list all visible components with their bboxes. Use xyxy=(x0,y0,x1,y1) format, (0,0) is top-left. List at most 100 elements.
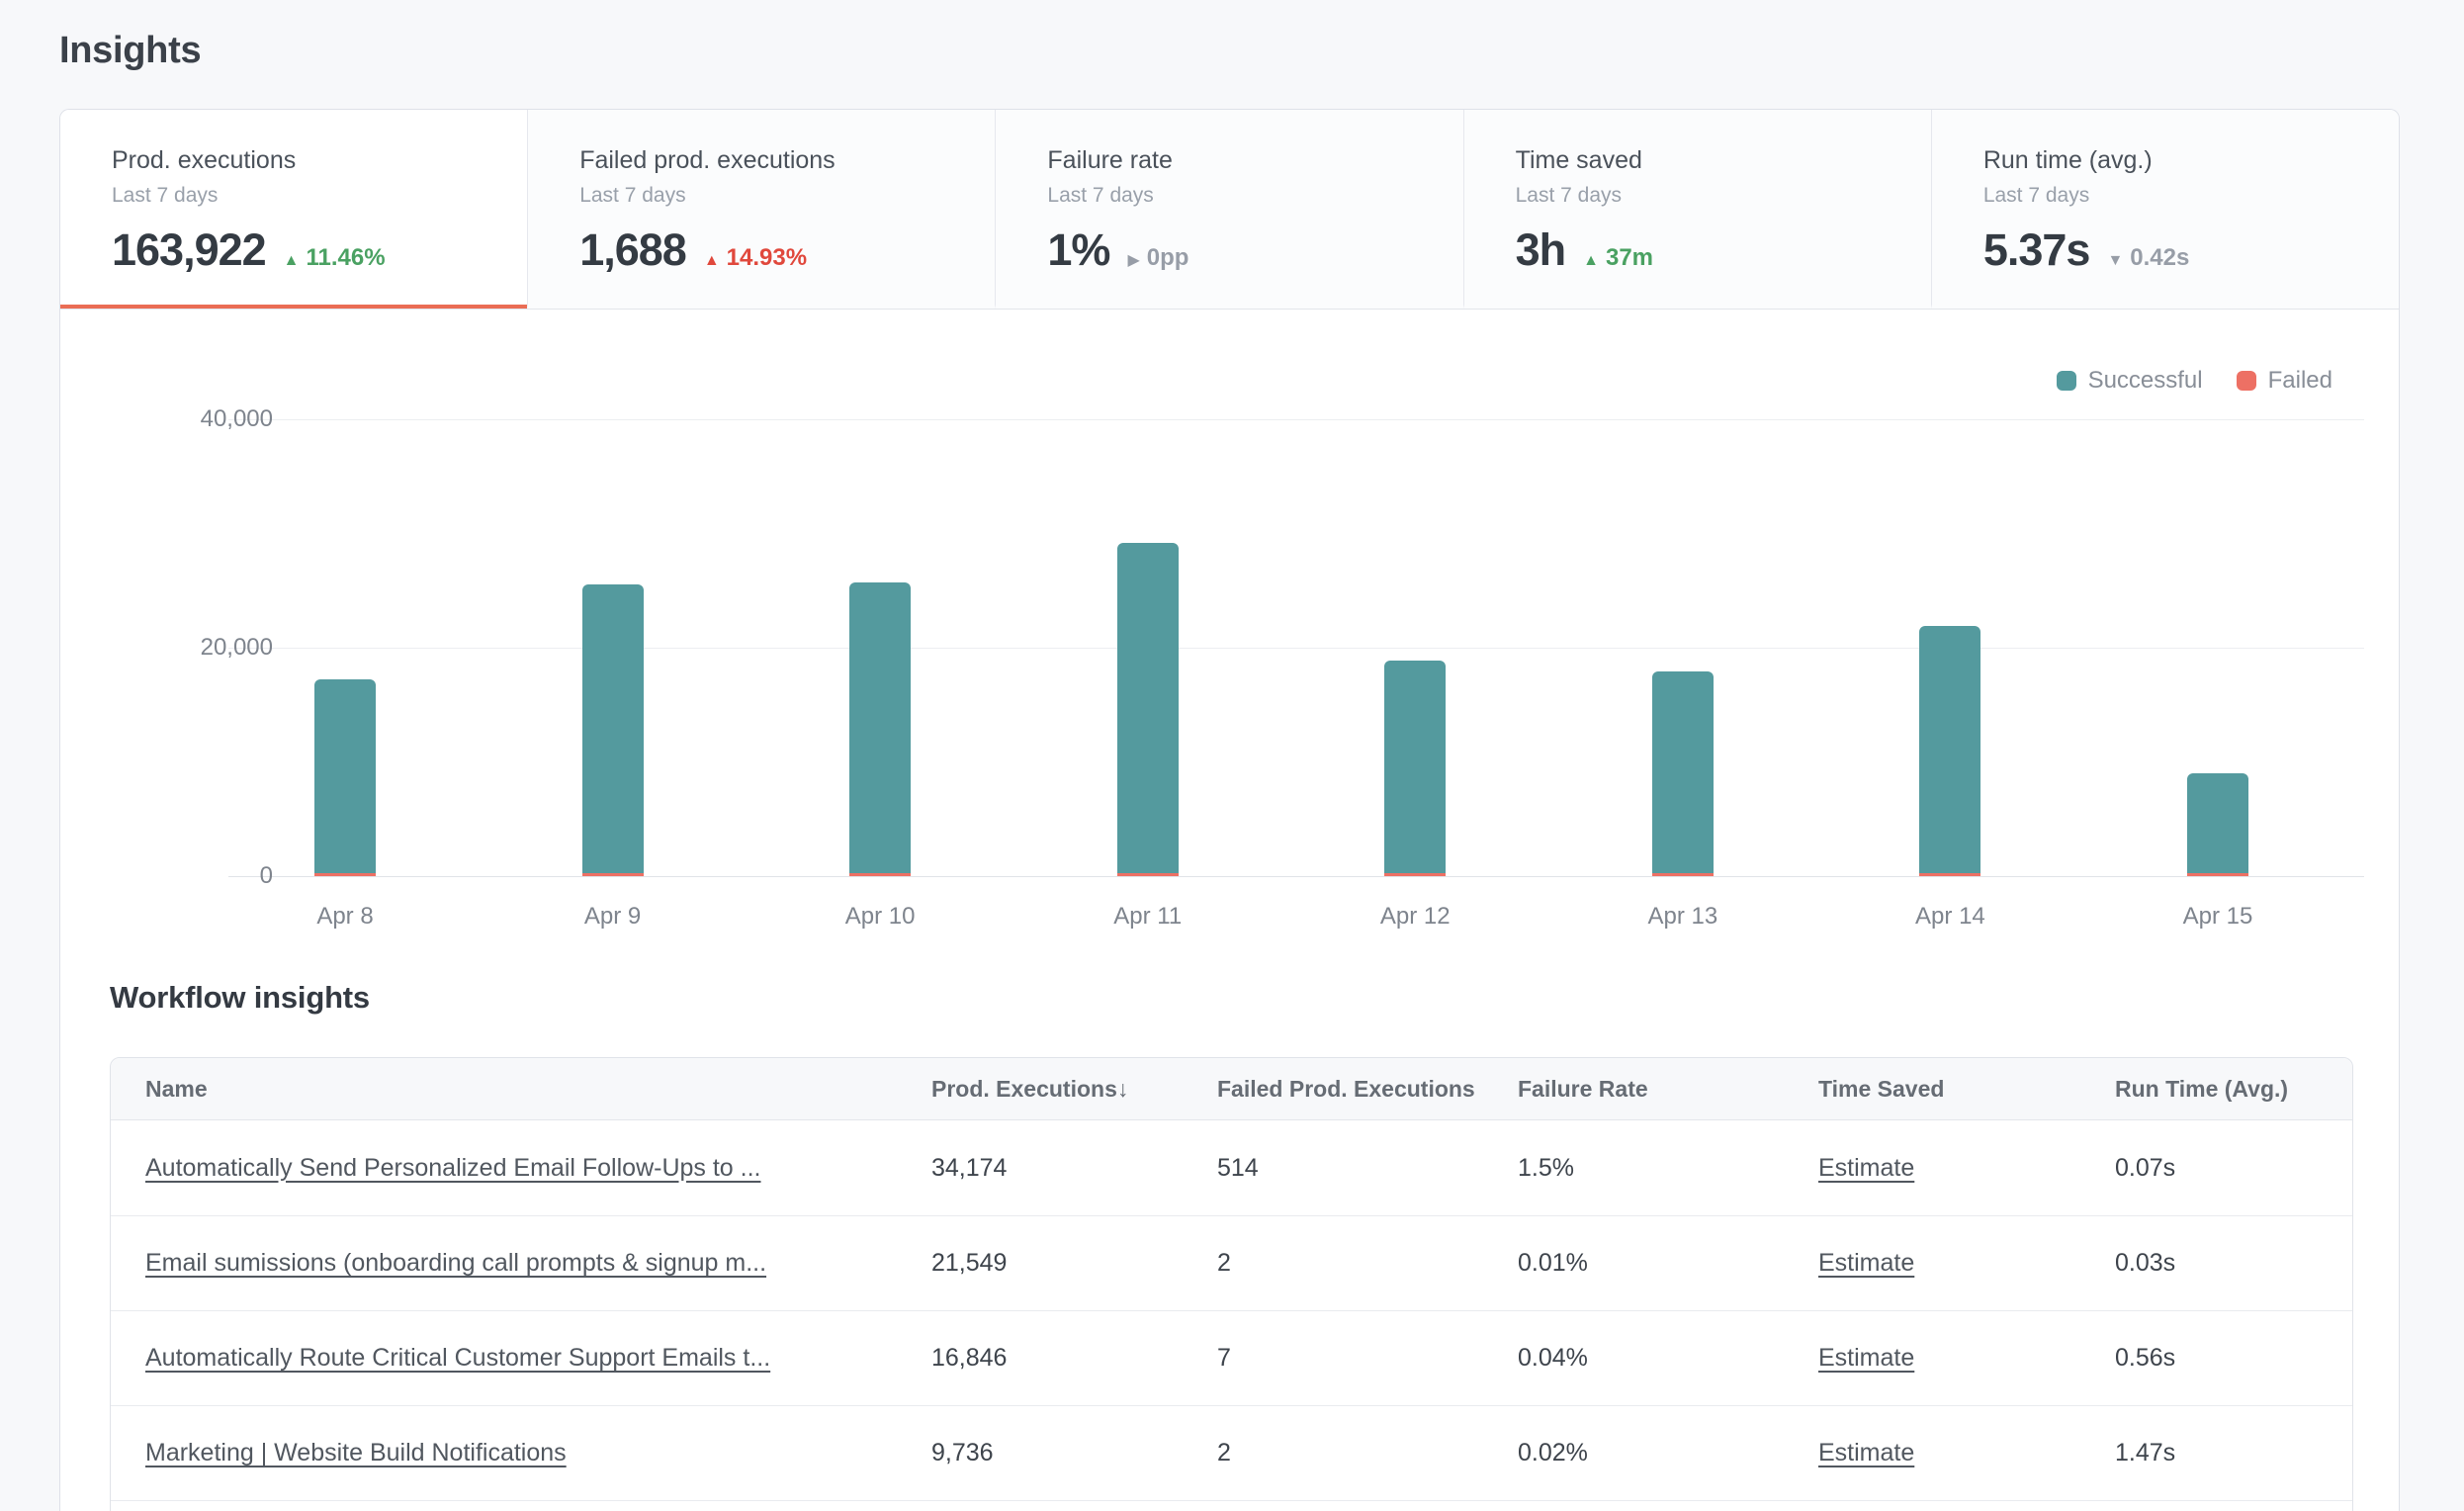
column-header-name[interactable]: Name xyxy=(111,1076,931,1103)
bar-successful[interactable] xyxy=(1117,543,1179,873)
failure-rate-cell: 1.5% xyxy=(1518,1154,1818,1183)
prod-executions-cell: 34,174 xyxy=(931,1154,1217,1183)
table-row: Marketing | Website Build Notifications 9… xyxy=(111,1405,2352,1500)
stat-card-run-time-avg[interactable]: Run time (avg.) Last 7 days 5.37s ▼0.42s xyxy=(1931,110,2399,309)
table-row: Automatically Route Critical Customer Su… xyxy=(111,1310,2352,1405)
prod-executions-cell: 21,549 xyxy=(931,1249,1217,1278)
stat-card-delta: ▶ 0pp xyxy=(1127,244,1188,272)
trend-up-icon: ▲ xyxy=(704,252,720,270)
stat-card-failure-rate[interactable]: Failure rate Last 7 days 1% ▶0pp xyxy=(995,110,1462,309)
table-row: Automatically Send Personalized Email Fo… xyxy=(111,1120,2352,1215)
time-saved-cell: Estimate xyxy=(1818,1154,2115,1183)
stat-card-time-saved[interactable]: Time saved Last 7 days 3h ▲37m xyxy=(1463,110,1931,309)
workflow-insights-table: Name Prod. Executions↓ Failed Prod. Exec… xyxy=(110,1057,2353,1511)
stat-card-delta-text: 37m xyxy=(1606,244,1653,272)
estimate-link[interactable]: Estimate xyxy=(1818,1344,1914,1372)
workflow-name-cell: Automatically Send Personalized Email Fo… xyxy=(111,1154,931,1183)
bar-successful[interactable] xyxy=(314,679,376,873)
trend-up-icon: ▲ xyxy=(284,252,300,270)
run-time-cell: 0.03s xyxy=(2115,1249,2352,1278)
bar-failed[interactable] xyxy=(849,873,911,876)
workflow-name-cell: Marketing | Website Build Notifications xyxy=(111,1439,931,1467)
run-time-cell: 0.07s xyxy=(2115,1154,2352,1183)
sort-desc-icon: ↓ xyxy=(1117,1076,1129,1102)
stat-card-value: 5.37s xyxy=(1983,226,2090,274)
workflow-name-link[interactable]: Automatically Send Personalized Email Fo… xyxy=(145,1154,761,1182)
stat-card-label: Run time (avg.) xyxy=(1983,145,2369,175)
stat-card-period: Last 7 days xyxy=(112,183,497,209)
run-time-cell: 0.56s xyxy=(2115,1344,2352,1373)
page-title: Insights xyxy=(59,30,201,72)
failure-rate-cell: 0.01% xyxy=(1518,1249,1818,1278)
workflow-name-link[interactable]: Email sumissions (onboarding call prompt… xyxy=(145,1249,766,1277)
chart-legend: Successful Failed xyxy=(2057,367,2332,395)
column-header-time-saved[interactable]: Time Saved xyxy=(1818,1076,2115,1103)
legend-item-successful[interactable]: Successful xyxy=(2057,367,2203,395)
stat-cards-row: Prod. executions Last 7 days 163,922 ▲11… xyxy=(60,110,2399,310)
column-header-run-time[interactable]: Run Time (Avg.) xyxy=(2115,1076,2352,1103)
estimate-link[interactable]: Estimate xyxy=(1818,1154,1914,1182)
stat-card-value: 3h xyxy=(1516,226,1566,274)
time-saved-cell: Estimate xyxy=(1818,1344,2115,1373)
column-header-prod-executions[interactable]: Prod. Executions↓ xyxy=(931,1076,1217,1103)
bar-failed[interactable] xyxy=(1117,873,1179,876)
failure-rate-cell: 0.04% xyxy=(1518,1344,1818,1373)
table-row: Email sumissions (onboarding call prompt… xyxy=(111,1215,2352,1310)
bar-successful[interactable] xyxy=(2187,773,2248,873)
x-axis-label: Apr 15 xyxy=(2119,903,2317,931)
stat-card-delta-text: 14.93% xyxy=(727,244,807,272)
bar-successful[interactable] xyxy=(849,582,911,873)
column-header-failed-prod-executions[interactable]: Failed Prod. Executions xyxy=(1217,1076,1518,1103)
trend-flat-icon: ▶ xyxy=(1127,250,1139,270)
insights-panel: Prod. executions Last 7 days 163,922 ▲11… xyxy=(59,109,2400,1511)
trend-down-icon: ▼ xyxy=(2107,252,2123,270)
stat-card-delta: ▲ 14.93% xyxy=(704,244,807,272)
stat-card-prod-executions[interactable]: Prod. executions Last 7 days 163,922 ▲11… xyxy=(60,110,527,309)
bar-failed[interactable] xyxy=(1919,873,1980,876)
stat-card-label: Prod. executions xyxy=(112,145,497,175)
workflow-insights-heading: Workflow insights xyxy=(110,980,370,1016)
bar-failed[interactable] xyxy=(1652,873,1714,876)
bar-successful[interactable] xyxy=(582,584,644,873)
x-axis-label: Apr 12 xyxy=(1316,903,1514,931)
x-axis-label: Apr 14 xyxy=(1851,903,2049,931)
bar-successful[interactable] xyxy=(1652,671,1714,873)
legend-label: Successful xyxy=(2088,367,2203,395)
time-saved-cell: Estimate xyxy=(1818,1249,2115,1278)
bar-successful[interactable] xyxy=(1384,661,1446,873)
stat-card-delta: ▲37m xyxy=(1583,244,1653,272)
column-header-failure-rate[interactable]: Failure Rate xyxy=(1518,1076,1818,1103)
workflow-name-cell: Email sumissions (onboarding call prompt… xyxy=(111,1249,931,1278)
y-axis-tick: 0 xyxy=(120,861,273,891)
bar-successful[interactable] xyxy=(1919,626,1980,873)
bar-failed[interactable] xyxy=(314,873,376,876)
stat-card-delta-text: 0pp xyxy=(1147,244,1189,272)
failed-prod-executions-cell: 7 xyxy=(1217,1344,1518,1373)
stat-card-value: 163,922 xyxy=(112,226,266,274)
estimate-link[interactable]: Estimate xyxy=(1818,1249,1914,1277)
x-axis-label: Apr 10 xyxy=(781,903,979,931)
stat-card-failed-prod-executions[interactable]: Failed prod. executions Last 7 days 1,68… xyxy=(527,110,995,309)
y-axis-tick: 40,000 xyxy=(120,404,273,434)
bar-failed[interactable] xyxy=(582,873,644,876)
table-header-row: Name Prod. Executions↓ Failed Prod. Exec… xyxy=(111,1058,2352,1120)
gridline xyxy=(228,648,2364,649)
workflow-name-link[interactable]: Automatically Route Critical Customer Su… xyxy=(145,1344,770,1372)
stat-card-period: Last 7 days xyxy=(1047,183,1433,209)
table-row xyxy=(111,1500,2352,1511)
legend-item-failed[interactable]: Failed xyxy=(2237,367,2332,395)
legend-label: Failed xyxy=(2268,367,2332,395)
prod-executions-cell: 16,846 xyxy=(931,1344,1217,1373)
successful-swatch-icon xyxy=(2057,371,2076,391)
estimate-link[interactable]: Estimate xyxy=(1818,1439,1914,1467)
failed-prod-executions-cell: 514 xyxy=(1217,1154,1518,1183)
workflow-name-link[interactable]: Marketing | Website Build Notifications xyxy=(145,1439,567,1467)
failed-prod-executions-cell: 2 xyxy=(1217,1439,1518,1467)
x-axis-label: Apr 11 xyxy=(1049,903,1247,931)
x-axis-label: Apr 9 xyxy=(514,903,712,931)
bar-failed[interactable] xyxy=(2187,873,2248,876)
bar-failed[interactable] xyxy=(1384,873,1446,876)
stat-card-label: Failure rate xyxy=(1047,145,1433,175)
prod-executions-cell: 9,736 xyxy=(931,1439,1217,1467)
stat-card-delta: ▲11.46% xyxy=(284,244,386,272)
